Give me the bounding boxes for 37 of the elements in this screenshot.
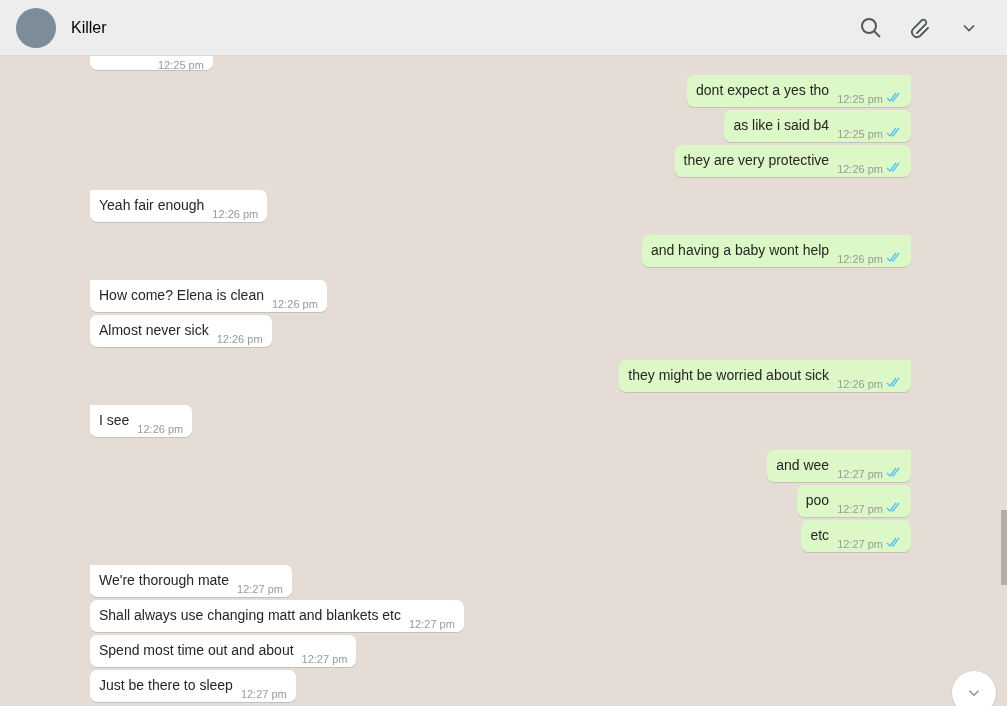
message-text: poo <box>805 491 830 510</box>
message-time: 12:25 pm <box>837 93 883 105</box>
message-time: 12:27 pm <box>408 618 455 630</box>
message-time: 12:25 pm <box>158 59 204 71</box>
message-text: We're thorough mate <box>99 571 230 590</box>
message-time: 12:26 pm <box>837 253 883 265</box>
message-text: How come? Elena is clean <box>99 286 264 305</box>
message-time: 12:27 pm <box>837 503 883 515</box>
avatar-icon[interactable] <box>16 7 56 48</box>
message-time: 12:27 pm <box>837 538 883 550</box>
message-time: 12:26 pm <box>837 378 883 390</box>
message-time: 12:26 pm <box>216 333 263 345</box>
message-text: they might be worried about sick <box>628 366 830 385</box>
scrollbar-thumb[interactable] <box>1001 510 1007 585</box>
message-time: 12:26 pm <box>272 298 318 310</box>
message-time: 12:27 pm <box>301 653 348 665</box>
message-time: 12:26 pm <box>212 208 259 220</box>
message-text: Almost never sick <box>99 321 209 340</box>
message-time: 12:26 pm <box>137 423 184 435</box>
message-time: 12:26 pm <box>837 163 883 175</box>
message-text: I see <box>99 411 130 430</box>
message-text: and wee <box>776 456 830 475</box>
message-text: as like i said b4 <box>733 116 830 135</box>
message-text: and having a baby wont help <box>650 241 830 260</box>
message-text: dont expect a yes tho <box>696 81 830 100</box>
search-icon[interactable] <box>859 15 883 40</box>
message-time: 12:27 pm <box>837 468 883 480</box>
message-time: 12:27 pm <box>240 688 287 700</box>
message-text: Just be there to sleep <box>99 676 233 695</box>
message-text: etc <box>810 526 830 545</box>
message-text: they are very protective <box>683 151 830 170</box>
message-text: Spend most time out and about <box>99 641 294 660</box>
contact-name[interactable]: Killer <box>71 18 107 37</box>
message-time: 12:25 pm <box>837 128 883 140</box>
message-text: Shall always use changing matt and blankets etc <box>99 606 401 625</box>
message-text: Yeah fair enough <box>99 196 205 215</box>
message-time: 12:27 pm <box>237 583 283 595</box>
